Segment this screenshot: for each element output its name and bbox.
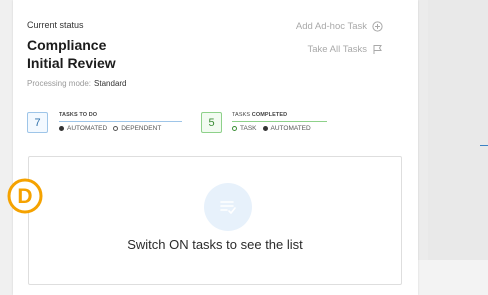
page-title: Compliance Initial Review [27, 36, 116, 72]
processing-mode-value: Standard [94, 79, 127, 88]
legend-task: TASK [240, 125, 257, 132]
background-region [418, 0, 488, 295]
task-status-panel: Current status Compliance Initial Review… [13, 0, 418, 295]
processing-mode-label: Processing mode: [27, 79, 92, 88]
tasks-todo-rule [59, 121, 182, 122]
take-all-tasks-button[interactable]: Take All Tasks [308, 44, 384, 55]
task-list-empty-state: Switch ON tasks to see the list [28, 156, 402, 285]
current-status-label: Current status [27, 20, 84, 30]
dependent-dot-icon [113, 126, 119, 131]
task-list-icon [204, 183, 252, 231]
background-panel [428, 0, 488, 295]
add-circle-icon [372, 21, 383, 32]
title-line-2: Initial Review [27, 55, 116, 71]
tasks-completed-header-b: COMPLETED [251, 112, 288, 118]
legend-automated-completed: AUTOMATED [270, 125, 311, 132]
background-footer [418, 260, 488, 295]
processing-mode: Processing mode: Standard [27, 79, 127, 88]
add-adhoc-task-label: Add Ad-hoc Task [295, 21, 367, 32]
add-adhoc-task-button[interactable]: Add Ad-hoc Task [296, 21, 383, 32]
tasks-completed-legend: TASK AUTOMATED [232, 125, 311, 132]
overlay-marker-d-icon: D [6, 177, 44, 215]
empty-state-message: Switch ON tasks to see the list [127, 237, 303, 252]
task-dot-icon [232, 126, 237, 131]
take-all-tasks-label: Take All Tasks [307, 44, 368, 55]
automated-dot-icon [59, 126, 64, 131]
title-line-1: Compliance [27, 37, 107, 53]
automated-dot-icon [262, 126, 268, 131]
flag-icon [372, 44, 383, 55]
background-accent-line [480, 145, 488, 146]
tasks-completed-rule [232, 121, 327, 122]
tasks-todo-legend: AUTOMATED DEPENDENT [59, 125, 161, 132]
legend-dependent: DEPENDENT [121, 125, 162, 132]
tasks-completed-header-a: TASKS [232, 112, 252, 118]
legend-automated: AUTOMATED [67, 125, 108, 132]
tasks-completed-count: 5 [201, 112, 222, 133]
overlay-marker-letter: D [17, 185, 32, 208]
tasks-todo-count: 7 [27, 112, 48, 133]
tasks-completed-header: TASKS COMPLETED [232, 112, 287, 118]
tasks-todo-header: TASKS TO DO [59, 112, 98, 118]
